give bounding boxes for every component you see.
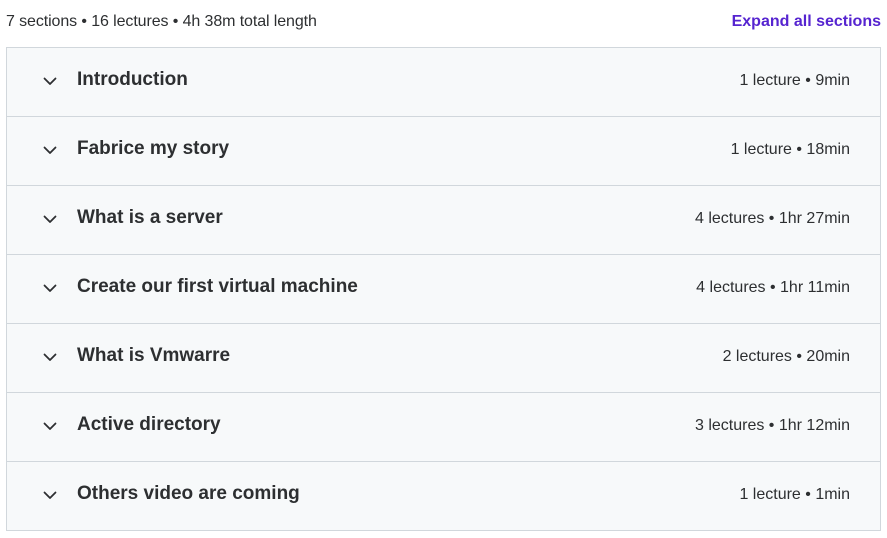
section-meta: 2 lectures • 20min: [722, 348, 850, 365]
section-row-what-is-vmwarre[interactable]: What is Vmwarre 2 lectures • 20min: [7, 324, 880, 393]
section-meta: 4 lectures • 1hr 27min: [694, 210, 850, 227]
section-row-active-directory[interactable]: Active directory 3 lectures • 1hr 12min: [7, 393, 880, 462]
section-title: What is a server: [77, 207, 223, 228]
chevron-down-icon: [42, 349, 58, 365]
section-title: Create our first virtual machine: [77, 276, 358, 297]
section-row-what-is-a-server[interactable]: What is a server 4 lectures • 1hr 27min: [7, 186, 880, 255]
section-row-introduction[interactable]: Introduction 1 lecture • 9min: [7, 48, 880, 117]
section-meta: 1 lecture • 1min: [739, 486, 850, 503]
section-meta: 1 lecture • 9min: [739, 72, 850, 89]
chevron-down-icon: [42, 73, 58, 89]
section-meta: 3 lectures • 1hr 12min: [694, 417, 850, 434]
curriculum-summary: 7 sections • 16 lectures • 4h 38m total …: [6, 13, 317, 30]
chevron-down-icon: [42, 487, 58, 503]
section-title: What is Vmwarre: [77, 345, 231, 366]
section-row-fabrice-my-story[interactable]: Fabrice my story 1 lecture • 18min: [7, 117, 880, 186]
curriculum-summary-bar: 7 sections • 16 lectures • 4h 38m total …: [6, 0, 881, 46]
section-title: Active directory: [77, 414, 221, 435]
chevron-down-icon: [42, 280, 58, 296]
section-title: Introduction: [77, 69, 188, 90]
section-row-create-first-virtual-machine[interactable]: Create our first virtual machine 4 lectu…: [7, 255, 880, 324]
section-list: Introduction 1 lecture • 9min Fabrice my…: [6, 47, 881, 531]
chevron-down-icon: [42, 211, 58, 227]
section-meta: 4 lectures • 1hr 11min: [696, 279, 850, 296]
section-title: Fabrice my story: [77, 138, 230, 159]
section-row-others-video-coming[interactable]: Others video are coming 1 lecture • 1min: [7, 462, 880, 530]
section-meta: 1 lecture • 18min: [730, 141, 850, 158]
chevron-down-icon: [42, 418, 58, 434]
expand-all-sections-button[interactable]: Expand all sections: [732, 13, 881, 31]
chevron-down-icon: [42, 142, 58, 158]
section-title: Others video are coming: [77, 483, 300, 504]
